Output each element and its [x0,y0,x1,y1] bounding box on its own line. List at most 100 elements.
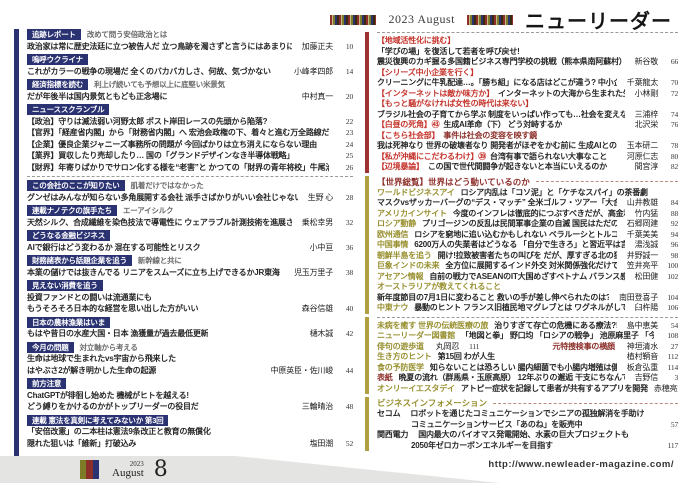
toc-line: 関西電力国内最大のバイオマス発電開始、水素の巨大プロジェクトも [377,430,678,441]
author-name: 塩田潮 [310,438,333,450]
toc-line: 【白昼の死角】㊸生成AI革命（下） どう対峙するか北沢栄76 [377,120,678,131]
article-title: コミュニケーションサービス「あのね」を販売中 [411,420,582,431]
article-title: 生成AI革命（下） どう対峙するか [443,120,562,131]
author-name: 児玉万里子 [294,267,333,279]
article-title: 開け!拉致被害者たちの叫びを だが、厚すぎる北の狂ったロジック [438,251,617,262]
section-badge: 見えない消費を追う [27,280,103,291]
magazine-url: http://www.newleader-magazine.com/ [488,459,674,470]
author-name: 神垣清水 [627,342,658,353]
article-title: 全方位に展開するインド外交 対米関係強化だけではなく中露陣営にも関与 [445,261,616,272]
page-number: 20 [339,91,353,103]
article-title: 投資ファンドとの闘いは流通業にも [27,292,152,304]
section-heading: 追跡レポート改めて問う安倍政治とは [27,29,353,41]
toc-line: 「学びの場」を復活して若者を呼び戻せ! [377,47,678,58]
page-number: 54 [664,321,678,332]
article-title: 震災復興のカギ握る多国籍ビジネス専門学校の挑戦（熊本県南阿蘇村） [377,57,625,68]
author-name: 樋木誠 [310,328,333,340]
column-label: 関西電力 [377,430,408,441]
toc-section: 今月の問題対立軸から考える生命は地球で生まれたvs宇宙から飛来したはやぶさ2が解… [27,342,353,377]
section-badge: 財務諸表から話題企業を追う [27,255,132,266]
page-number: 52 [339,438,353,450]
page-number: 96 [664,240,678,251]
article-title: 治りすぎて存亡の危機にある療法?! [494,321,617,332]
page-number: 108 [664,331,678,342]
series-title: 【私が沖縄にこだわるわけ】㊴ [377,152,486,163]
toc-section: 連載 憲法を真剣に考えてみないか 第3回「安倍改憲」の二本柱は憲法9条改正と教育… [27,415,353,450]
series-title: 【インターネットは敵か味方か】 [377,89,494,100]
toc-line: 【財界】年寄りばかりでサロン化する様を“老害”と かつての「財界の青年将校」牛尾… [27,162,353,174]
author-name: 千葉龍太 [627,78,658,89]
article-title: AIで銀行はどう変わるか 混在する可能性とリスク [27,242,200,254]
author-name: 吉野信 [635,373,658,384]
toc-line: 政治家は常に歴史法廷に立つ被告人だ 立つ鳥跡を濁さずと言うにはあまりにも加藤正夫… [27,41,353,53]
toc-section: 日本の農林漁業はいまもはや昔日の水産大国・日本 漁獲量が過去最低更新樋木誠42 [27,317,353,340]
author-name: 加藤正夫 [302,41,333,53]
section-heading: ニューススクランブル [27,104,353,116]
article-title: 暴動のヒント フランス旧植民地マグレブとは ワグネルがしてきたことから考える [414,303,624,314]
toc-subentry: オンリーイエスタデイアトピー症状を記録して患者が共有するアプリを開発赤穂亮太郎 [377,384,678,395]
section-note: 肌着だけではなかった [131,180,204,192]
article-title: ロボットを通じたコミュニケーションでシニアの孤独解消を手助け [410,409,644,420]
magazine-toc-page: 2023 August ニューリーダー 追跡レポート改めて問う安倍政治とは政治家… [0,0,686,483]
toc-section: 前方注意ChatGPTが徘徊し始めた 機械がヒトを越える!どう縛りをかけるのかが… [27,378,353,413]
column-label: アメリカインサイト [377,209,447,220]
toc-section: この会社のここが知りたい肌着だけではなかったグンゼはみんなが知らない多角展開する… [27,180,353,203]
section-heading: 今月の問題対立軸から考える [27,342,353,354]
toc-section: ビジネスインフォメーションセコムロボットを通じたコミュニケーションでシニアの孤独… [365,397,678,451]
column-label: ワールドビジネスアイ [377,188,455,199]
toc-columns: 追跡レポート改めて問う安倍政治とは政治家は常に歴史法廷に立つ被告人だ 立つ鳥跡を… [14,29,678,457]
article-title: 【業界】買収したり売却したり… 国の「グランドデザインなき半導体戦略」 [27,150,294,162]
issue-date: 2023 August [388,12,455,27]
divider [377,317,678,318]
author-name: 石郷岡建 [627,219,658,230]
page-number: 28 [339,192,353,204]
article-title: クリーニングに牛乳配達…。「勝ち組」になる店はどこが違う? 中小企業の社長は命が… [377,78,617,89]
toc-line: 【官界】「経産省内閣」から「財務省内閣」へ 宏池会政権の下、着々と進む万全路線だ… [27,127,353,139]
author-name: 小林剛 [635,89,658,100]
toc-line: 「安倍改憲」の二本柱は憲法9条改正と教育の無償化 [27,426,353,438]
author-name: 井野誠一 [627,251,658,262]
author-name: 河原仁志 [627,152,658,163]
article-title: 「学びの場」を復活して若者を呼び戻せ! [377,47,520,58]
author-name: 湯浅誠 [635,240,658,251]
column-label: 欧州通信 [377,230,408,241]
page-number: 57 [664,420,678,431]
page-number: 98 [664,251,678,262]
toc-line: 【業界】買収したり売却したり… 国の「グランドデザインなき半導体戦略」25 [27,150,353,162]
toc-section: 追跡レポート改めて問う安倍政治とは政治家は常に歴史法廷に立つ被告人だ 立つ鳥跡を… [27,29,353,52]
toc-line: 欧州通信ロシアを窮地に追い込むかもしれない ベラルーシとトルコ両大統領の思惑千葉… [377,230,678,241]
divider [377,32,678,33]
section-heading: 日本の農林漁業はいま [27,317,353,329]
article-title: 自前の戦力でASEANのIT大国めざすベトナム バランス感覚は?親中派トゥオン国… [429,272,624,283]
toc-line: 震災復興のカギ握る多国籍ビジネス専門学校の挑戦（熊本県南阿蘇村）新谷敬66 [377,57,678,68]
author-name: 赤穂亮太郎 [654,384,678,395]
page-number: 84 [664,198,678,209]
toc-line: 【企業】優良企業ジャニーズ事務所の問題が 今回ばかりは立ち消えにならない理由24 [27,139,353,151]
author-name: 三輪晴治 [302,401,333,413]
article-title: 台湾有事で語られない大事なこと [490,152,607,163]
section-note: 利上げ続いても予想以上に底堅い米景気 [94,79,225,91]
section-badge: ニューススクランブル [27,104,109,115]
article-title: 晩夏の流れ（群馬県・玉原高原） 12年ぶりの邂逅 干支にちなんで「羊」 [399,373,625,384]
toc-line: マスクvsザッカーバーグの“デス・マッチ” 全米ゴルフ・ツアー「大合併」、ほくそ… [377,198,678,209]
section-heading: 嗚呼ウクライナ [27,54,353,66]
section-badge: どうなる金融ビジネス [27,230,110,241]
page-number: 100 [664,261,678,272]
article-title: プリゴージンの反乱は民間軍事企業の自滅 国民はただの茶番としか見ていない [422,219,617,230]
author-name: 植村鞆音 [627,352,658,363]
section-badge: 追跡レポート [27,29,81,40]
section-badge: 経済指標を読む [27,79,88,90]
page-number: 66 [664,57,678,68]
section-badge: 連載ナノテクの旗手たち [27,205,117,216]
column-label: 中東ナウ [377,303,408,314]
article-title: 政治家は常に歴史法廷に立つ被告人だ 立つ鳥跡を濁さずと言うにはあまりにも [27,41,292,53]
column-label: ロシア動静 [377,219,416,230]
toc-line: 2050年ゼロカーボンエネルギーを目指す117 [411,441,678,452]
toc-line: アメリカインサイト今度のインフレは徹底的につぶすべきだが、高金利は続き、その行く… [377,209,678,220]
page-number: 112 [664,352,678,363]
toc-line: 中東ナウ暴動のヒント フランス旧植民地マグレブとは ワグネルがしてきたことから考… [377,303,678,314]
toc-line: ロシア動静プリゴージンの反乱は民間軍事企業の自滅 国民はただの茶番としか見ていな… [377,219,678,230]
page-number: 26 [339,162,353,174]
toc-line: 【辺境暴論】この国で世代間闘争が起きないと本当にいえるのか間宮淳82 [377,162,678,173]
stripe-ornament-icon [80,460,104,479]
